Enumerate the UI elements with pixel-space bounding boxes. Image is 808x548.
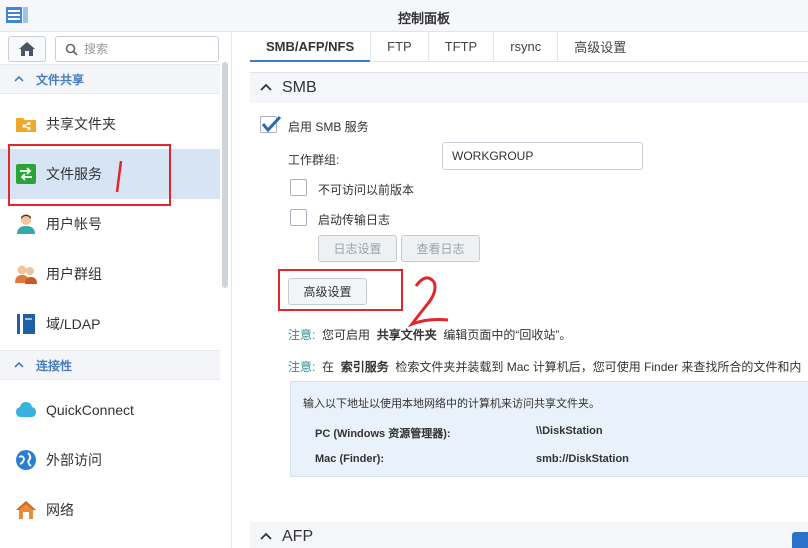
sidebar-item-domain-ldap[interactable]: 域/LDAP [0, 299, 220, 349]
section-connectivity[interactable]: 连接性 [0, 350, 220, 380]
note-link-indexing-service[interactable]: 索引服务 [341, 360, 389, 374]
sidebar-item-label: 外部访问 [46, 452, 102, 468]
chevron-up-icon [14, 361, 24, 368]
apply-button-partial[interactable] [792, 532, 808, 548]
sidebar-item-network[interactable]: 网络 [0, 485, 220, 535]
tab-rsync[interactable]: rsync [494, 32, 559, 61]
section-label: 连接性 [36, 358, 73, 373]
note-key: 注意: [288, 360, 316, 374]
annotation-box-2 [278, 269, 403, 311]
home-button[interactable] [8, 36, 46, 62]
chevron-up-icon [260, 83, 272, 91]
transfer-log-checkbox[interactable] [290, 209, 307, 226]
sidebar-item-quickconnect[interactable]: QuickConnect [0, 385, 220, 435]
enable-smb-label: 启用 SMB 服务 [288, 120, 369, 134]
tab-advanced-settings[interactable]: 高级设置 [558, 32, 642, 61]
tab-smb-afp-nfs[interactable]: SMB/AFP/NFS [250, 32, 372, 62]
access-address-box: 输入以下地址以使用本地网络中的计算机来访问共享文件夹。 PC (Windows … [290, 381, 808, 477]
sidebar-item-external-access[interactable]: 外部访问 [0, 435, 220, 485]
pc-label: PC (Windows 资源管理器): [315, 428, 451, 440]
sidebar-item-label: 用户群组 [46, 266, 102, 282]
domain-ldap-icon [14, 312, 38, 336]
note-text-pre: 在 [322, 360, 335, 374]
transfer-log-label: 启动传输日志 [318, 213, 391, 227]
window-title: 控制面板 [397, 11, 450, 26]
sidebar-scrollbar[interactable] [222, 62, 228, 288]
annotation-mark-2 [407, 276, 449, 328]
no-prev-versions-checkbox[interactable] [290, 179, 307, 196]
checkmark-icon [261, 115, 282, 133]
sidebar-item-label: 共享文件夹 [46, 116, 116, 132]
chevron-up-icon [14, 75, 24, 82]
note-key: 注意: [288, 328, 316, 342]
tab-tftp[interactable]: TFTP [429, 32, 495, 61]
quickconnect-icon [14, 398, 38, 422]
chevron-up-icon [260, 532, 272, 540]
title-bar: 控制面板 [0, 0, 808, 32]
sidebar-item-user-group[interactable]: 用户群组 [0, 249, 220, 299]
sidebar-item-user-account[interactable]: 用户帐号 [0, 199, 220, 249]
log-settings-button[interactable]: 日志设置 [318, 235, 397, 262]
search-icon [65, 43, 78, 56]
network-icon [14, 498, 38, 522]
view-log-button[interactable]: 查看日志 [401, 235, 480, 262]
user-icon [14, 212, 38, 236]
smb-section-title: SMB [282, 79, 317, 96]
sidebar-item-label: QuickConnect [46, 402, 134, 418]
mac-label: Mac (Finder): [315, 453, 385, 465]
afp-section-title: AFP [282, 528, 314, 545]
note-indexing: 注意: 在 索引服务 检索文件夹并装载到 Mac 计算机后，您可使用 Finde… [288, 358, 801, 375]
note-text-pre: 您可启用 [322, 328, 371, 342]
share-folder-icon [14, 112, 38, 136]
tab-ftp[interactable]: FTP [371, 32, 429, 61]
section-file-sharing[interactable]: 文件共享 [0, 64, 220, 94]
smb-section-header[interactable]: SMB [250, 73, 808, 103]
sidebar: 文件共享 共享文件夹 文件服务 用户帐号 用户群组 域/LDAP 连接性 [0, 32, 232, 548]
user-group-icon [14, 262, 38, 286]
afp-section-header[interactable]: AFP [250, 522, 808, 548]
sidebar-item-label: 网络 [46, 502, 74, 518]
sidebar-item-label: 域/LDAP [46, 316, 101, 332]
mac-address: smb://DiskStation [536, 453, 629, 465]
search-box [55, 36, 219, 62]
workgroup-label: 工作群组: [288, 153, 340, 167]
sidebar-item-shared-folder[interactable]: 共享文件夹 [0, 99, 220, 149]
workgroup-input[interactable]: WORKGROUP [442, 142, 643, 170]
note-text-post: 编辑页面中的“回收站”。 [443, 328, 572, 342]
tab-bar: SMB/AFP/NFS FTP TFTP rsync 高级设置 [250, 32, 808, 62]
no-prev-versions-label: 不可访问以前版本 [318, 183, 415, 197]
annotation-mark-1 [115, 160, 123, 193]
note-text-post: 检索文件夹并装载到 Mac 计算机后，您可使用 Finder 来查找所合的文件和… [395, 360, 802, 374]
annotation-box-1 [8, 144, 171, 206]
home-icon [19, 42, 35, 56]
note-link-shared-folder[interactable]: 共享文件夹 [377, 328, 437, 342]
search-input[interactable] [84, 40, 214, 58]
external-access-icon [14, 448, 38, 472]
enable-smb-checkbox[interactable] [260, 115, 282, 133]
sidebar-item-label: 用户帐号 [46, 216, 102, 232]
section-label: 文件共享 [36, 72, 85, 87]
access-intro: 输入以下地址以使用本地网络中的计算机来访问共享文件夹。 [303, 398, 600, 410]
pc-address: \\DiskStation [536, 425, 603, 437]
